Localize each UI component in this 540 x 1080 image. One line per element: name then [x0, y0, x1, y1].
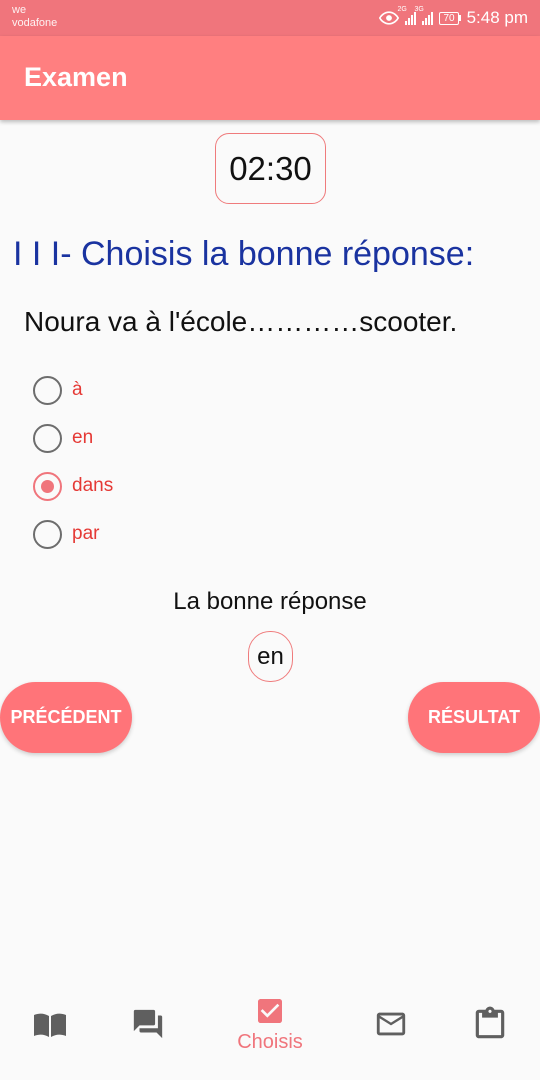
battery-icon: 70: [439, 11, 461, 25]
section-title: I I I- Choisis la bonne réponse:: [13, 235, 475, 273]
option-en[interactable]: en: [33, 414, 333, 462]
radio-button[interactable]: [33, 519, 62, 549]
answer-options: à en dans par: [33, 366, 333, 558]
mail-icon: [376, 1012, 406, 1036]
option-label: dans: [72, 475, 114, 496]
nav-item-tests[interactable]: [450, 985, 530, 1080]
signal-icon-2: 3G: [414, 6, 434, 25]
bottom-navigation: Choisis: [0, 985, 540, 1080]
option-a[interactable]: à: [33, 366, 333, 414]
nav-item-messages[interactable]: [351, 985, 431, 1080]
nav-item-lessons[interactable]: [10, 985, 90, 1080]
book-icon: [34, 1013, 66, 1037]
app-title: Examen: [24, 62, 128, 92]
app-bar: Examen: [0, 36, 540, 120]
option-label: en: [72, 427, 94, 448]
status-bar: we vodafone 2G 3G 70 5:48 pm: [0, 0, 540, 36]
battery-level: 70: [439, 11, 459, 25]
status-time: 5:48 pm: [466, 8, 528, 27]
carrier-name: we vodafone: [12, 4, 57, 30]
radio-button[interactable]: [33, 423, 62, 453]
nav-item-discussion[interactable]: [108, 985, 188, 1080]
forum-icon: [133, 1009, 163, 1039]
network-type-1: 2G: [397, 6, 407, 13]
countdown-timer: 02:30: [215, 133, 326, 204]
radio-button[interactable]: [33, 375, 62, 405]
status-icons: 2G 3G 70 5:48 pm: [379, 6, 528, 29]
option-label: à: [72, 379, 83, 400]
nav-label-choisis: Choisis: [237, 1031, 303, 1053]
correct-answer-value: en: [248, 631, 293, 682]
eye-icon: [379, 11, 400, 25]
option-label: par: [72, 523, 100, 544]
radio-button-selected[interactable]: [33, 471, 62, 501]
signal-icon-1: 2G: [397, 6, 417, 25]
carrier-line-1: we: [12, 4, 27, 16]
correct-answer-label: La bonne réponse: [173, 588, 367, 615]
result-button[interactable]: RÉSULTAT: [408, 682, 540, 753]
check-box-icon: [258, 999, 282, 1023]
network-type-2: 3G: [414, 6, 424, 13]
clipboard-icon: [475, 1006, 505, 1039]
nav-item-choisis[interactable]: Choisis: [230, 985, 310, 1080]
option-dans[interactable]: dans: [33, 462, 333, 510]
previous-button[interactable]: PRÉCÉDENT: [0, 682, 132, 753]
question-text: Noura va à l'école…………scooter.: [24, 306, 458, 337]
carrier-line-2: vodafone: [12, 17, 58, 29]
option-par[interactable]: par: [33, 510, 333, 558]
